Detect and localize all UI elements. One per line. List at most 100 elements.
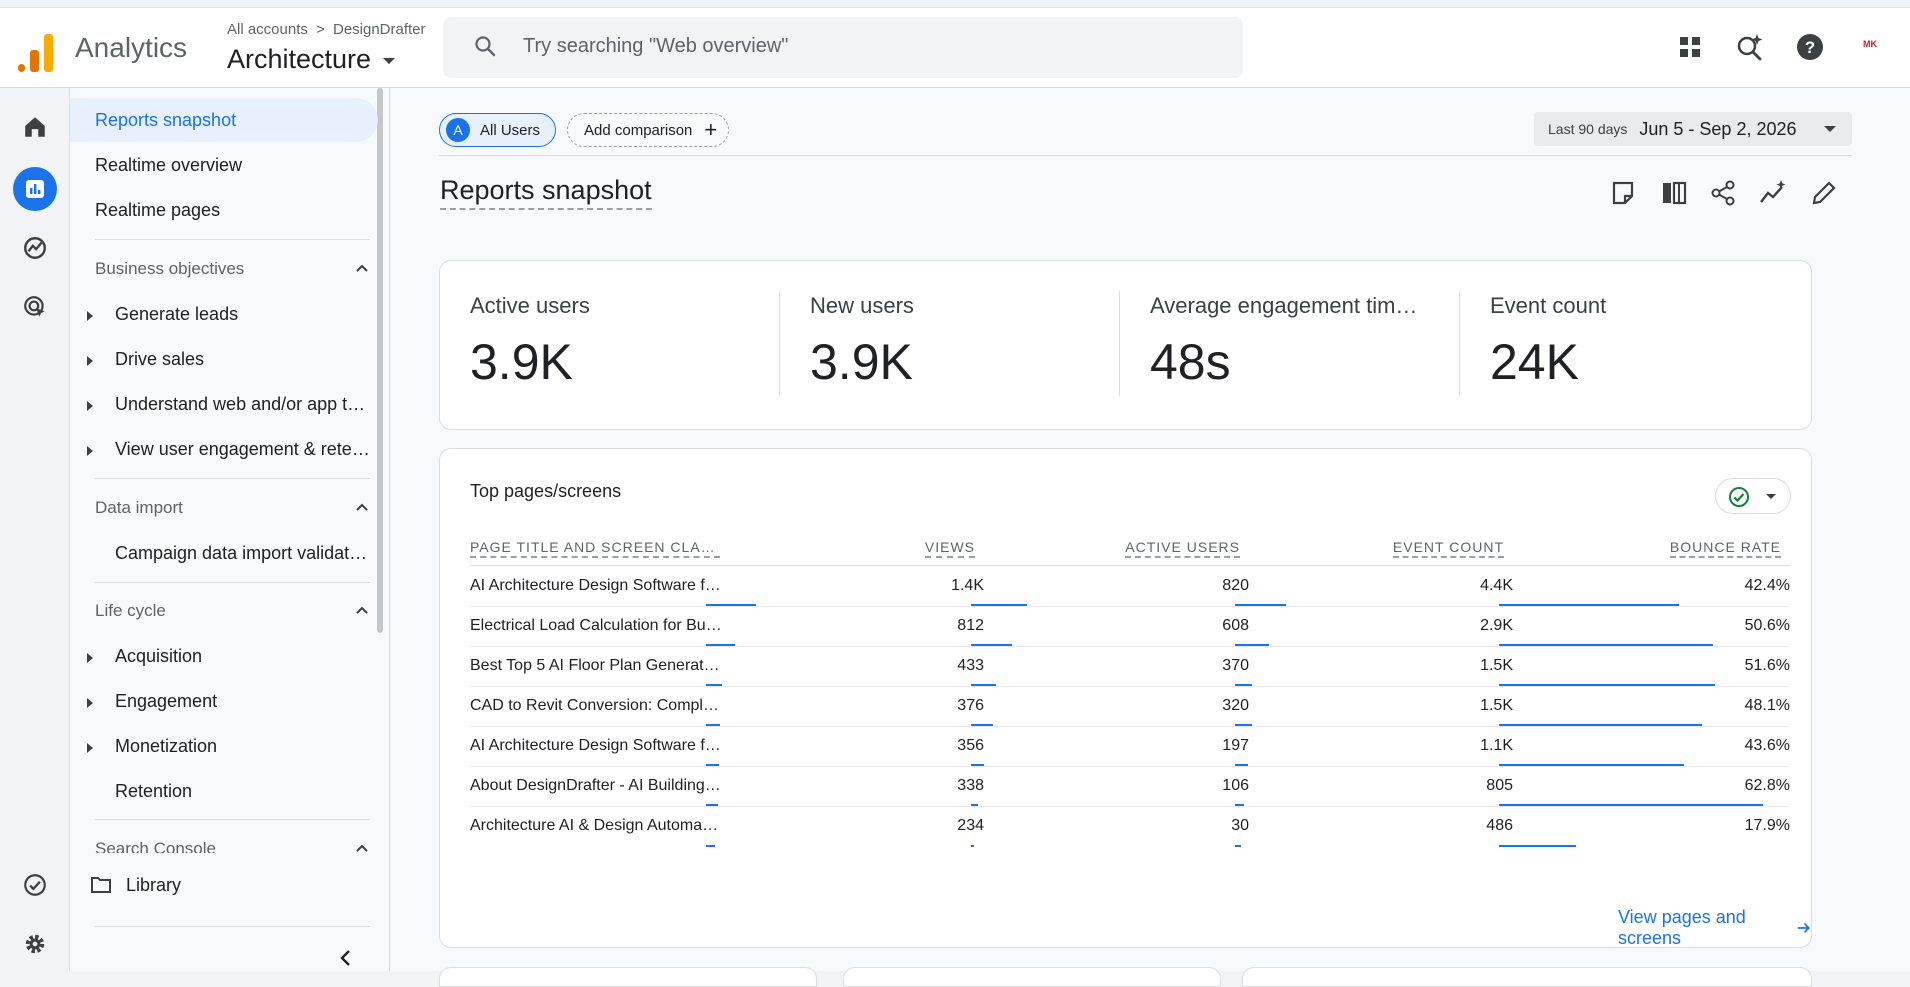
compare-icon[interactable]: [1659, 178, 1689, 208]
column-header-event-count[interactable]: EVENT COUNT: [1392, 539, 1504, 558]
table-row[interactable]: About DesignDrafter - AI Building Design…: [470, 767, 1790, 807]
section-business-objectives[interactable]: Business objectives: [95, 259, 370, 279]
section-life-cycle[interactable]: Life cycle: [95, 601, 370, 621]
help-icon[interactable]: ?: [1794, 31, 1826, 63]
column-header-views[interactable]: VIEWS: [924, 539, 975, 558]
bar-bounce: [1499, 644, 1713, 646]
sidebar-item-generate-leads[interactable]: Generate leads: [70, 292, 378, 336]
rail-advertising[interactable]: [13, 285, 57, 329]
bar-views: [706, 684, 722, 686]
sidebar-item-label: Campaign data import validation: [115, 542, 370, 563]
kpi-active-users[interactable]: Active users 3.9K: [440, 261, 780, 429]
breadcrumb[interactable]: All accounts > DesignDrafter: [227, 21, 426, 38]
rail-admin-check[interactable]: [13, 863, 57, 907]
sidebar-item-label: Drive sales: [115, 348, 205, 369]
table-row[interactable]: Architecture AI & Design Automation 234 30…: [470, 807, 1790, 847]
cell-page-title[interactable]: Best Top 5 AI Floor Plan Generators: [470, 657, 722, 675]
kpi-label: New users: [810, 293, 914, 318]
account-avatar[interactable]: MK: [1851, 39, 1889, 57]
dropdown-arrow-icon: [1824, 126, 1836, 132]
rail-home[interactable]: [13, 105, 57, 149]
date-range-value: Jun 5 - Sep 2, 2026: [1639, 118, 1797, 139]
kpi-new-users[interactable]: New users 3.9K: [780, 261, 1120, 429]
cell-page-title[interactable]: CAD to Revit Conversion: Complete Guide: [470, 697, 722, 715]
insights-icon[interactable]: [1758, 178, 1788, 208]
cell-views: 338: [957, 777, 984, 794]
rail-admin[interactable]: [13, 922, 57, 966]
property-selector[interactable]: Architecture: [227, 44, 395, 75]
sidebar-item-drive-sales[interactable]: Drive sales: [70, 337, 378, 381]
arrow-right-icon: [1797, 923, 1810, 933]
rail-explore[interactable]: [13, 226, 57, 270]
sidebar-item-realtime-overview[interactable]: Realtime overview: [70, 143, 378, 187]
analytics-logo-icon[interactable]: [18, 32, 54, 72]
table-row[interactable]: Electrical Load Calculation for Building…: [470, 607, 1790, 647]
bar-users: [971, 684, 996, 686]
sidebar-item-library[interactable]: Library: [70, 863, 378, 907]
bar-users: [971, 604, 1027, 606]
main-content: A All Users Add comparison + Last 90 day…: [391, 88, 1910, 987]
column-header-active-users[interactable]: ACTIVE USERS: [1125, 539, 1240, 558]
search-bar[interactable]: Try searching "Web overview": [443, 17, 1243, 78]
section-data-import[interactable]: Data import: [95, 498, 370, 518]
bar-users: [971, 764, 984, 766]
table-row[interactable]: CAD to Revit Conversion: Complete Guide 3…: [470, 687, 1790, 727]
bar-events: [1235, 604, 1286, 606]
collapse-sidebar-icon[interactable]: [338, 949, 354, 967]
chevron-up-icon: [356, 264, 368, 272]
sidebar-item-realtime-pages[interactable]: Realtime pages: [70, 188, 378, 232]
bar-bounce: [1499, 604, 1679, 606]
cell-page-title[interactable]: About DesignDrafter - AI Building Design: [470, 777, 722, 795]
sidebar-item-user-engagement[interactable]: View user engagement & retention: [70, 427, 378, 471]
data-quality-menu[interactable]: [1715, 478, 1791, 514]
table-row[interactable]: Best Top 5 AI Floor Plan Generators 433 37…: [470, 647, 1790, 687]
sidebar-item-reports-snapshot[interactable]: Reports snapshot: [70, 98, 378, 142]
sidebar-divider: [95, 819, 370, 820]
breadcrumb-account[interactable]: DesignDrafter: [333, 21, 426, 38]
card-title: Top pages/screens: [470, 481, 622, 501]
bar-views: [706, 604, 756, 606]
chevron-up-icon: [356, 844, 368, 852]
section-search-console[interactable]: Search Console: [95, 839, 370, 853]
rail-reports[interactable]: [13, 167, 57, 211]
breadcrumb-all-accounts[interactable]: All accounts: [227, 21, 308, 38]
view-pages-link[interactable]: View pages and screens: [1618, 907, 1811, 949]
segment-chip-all-users[interactable]: A All Users: [439, 113, 556, 147]
add-comparison-button[interactable]: Add comparison +: [567, 113, 729, 147]
sidebar-item-label: Reports snapshot: [95, 109, 237, 130]
browser-top-strip: [0, 0, 1910, 8]
sidebar-divider: [95, 478, 370, 479]
search-insights-icon[interactable]: [1734, 31, 1766, 63]
cell-page-title[interactable]: AI Architecture Design Software for Arch…: [470, 577, 722, 595]
apps-grid-icon[interactable]: [1674, 31, 1706, 63]
table-row[interactable]: AI Architecture Design Software for Firm…: [470, 727, 1790, 767]
reports-sidebar: Reports snapshot Realtime overview Realt…: [70, 88, 390, 971]
cell-views: 234: [957, 817, 984, 834]
sidebar-item-engagement[interactable]: Engagement: [70, 679, 378, 723]
add-comparison-label: Add comparison: [584, 121, 693, 139]
page-title[interactable]: Reports snapshot: [440, 175, 652, 210]
table-row[interactable]: AI Architecture Design Software for Arch…: [470, 567, 1790, 607]
column-header-bounce-rate[interactable]: BOUNCE RATE: [1669, 539, 1781, 558]
kpi-avg-engagement[interactable]: Average engagement time per active user …: [1120, 261, 1460, 429]
kpi-label: Active users: [470, 293, 590, 318]
share-icon[interactable]: [1708, 178, 1738, 208]
sidebar-item-retention[interactable]: Retention: [70, 769, 378, 813]
search-input[interactable]: Try searching "Web overview": [523, 35, 788, 58]
sidebar-item-monetization[interactable]: Monetization: [70, 724, 378, 768]
column-header-page-title[interactable]: PAGE TITLE AND SCREEN CLASS: [470, 539, 720, 558]
toolbar-divider: [439, 155, 1852, 156]
reports-icon: [26, 180, 44, 198]
bar-bounce: [1499, 684, 1715, 686]
note-icon[interactable]: [1608, 178, 1638, 208]
cell-page-title[interactable]: AI Architecture Design Software for Firm…: [470, 737, 722, 755]
cell-page-title[interactable]: Architecture AI & Design Automation: [470, 817, 722, 835]
sidebar-item-campaign-import[interactable]: Campaign data import validation: [70, 531, 378, 575]
cell-page-title[interactable]: Electrical Load Calculation for Building…: [470, 617, 722, 635]
sidebar-item-acquisition[interactable]: Acquisition: [70, 634, 378, 678]
kpi-event-count[interactable]: Event count 24K: [1460, 261, 1800, 429]
sidebar-item-understand-traffic[interactable]: Understand web and/or app traffic: [70, 382, 378, 426]
date-range-picker[interactable]: Last 90 days Jun 5 - Sep 2, 2026: [1534, 112, 1852, 146]
expand-arrow-icon: [87, 446, 93, 456]
edit-pencil-icon[interactable]: [1809, 178, 1839, 208]
